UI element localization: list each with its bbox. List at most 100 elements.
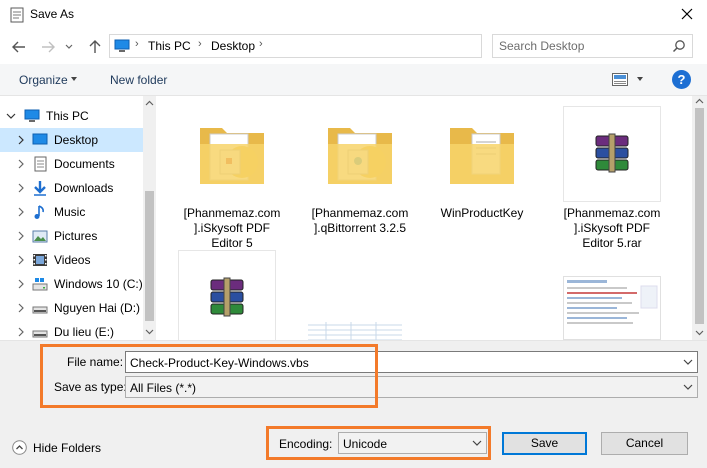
sidebar-item-windows-c[interactable]: Windows 10 (C:) [0,272,143,296]
chevron-right-icon[interactable] [16,182,26,194]
file-item[interactable] [306,322,404,340]
sidebar-item-nguyen-hai-d[interactable]: Nguyen Hai (D:) [0,296,143,320]
file-item[interactable]: [Phanmemaz.com].iSkysoft PDF Editor 5 [183,106,281,251]
address-bar[interactable]: › This PC › Desktop › [109,34,583,58]
file-list-scrollbar[interactable] [692,96,707,340]
sidebar-item-label: Documents [54,157,115,171]
chevron-right-icon[interactable] [16,230,26,242]
scrollbar-thumb[interactable] [695,108,704,324]
title-bar: Save As [0,0,707,30]
file-item[interactable]: WinProductKey [433,106,531,221]
scroll-up-icon[interactable] [695,97,704,106]
back-button[interactable] [10,38,28,56]
chevron-right-icon[interactable] [16,278,26,290]
chevron-right-icon[interactable] [16,326,26,338]
music-icon [34,205,44,219]
highlight-box [40,344,378,408]
window-title: Save As [30,7,75,21]
back-arrow-icon [12,41,25,53]
new-folder-button[interactable]: New folder [110,73,167,87]
chevron-down-icon[interactable] [683,357,693,367]
up-button[interactable] [86,38,104,56]
pictures-icon [32,230,48,243]
help-icon[interactable]: ? [672,70,691,89]
file-list: [Phanmemaz.com].iSkysoft PDF Editor 5 [P… [160,96,692,340]
chevron-right-icon[interactable] [16,158,26,170]
webpage-thumbnail-icon [563,276,661,340]
scroll-down-icon[interactable] [695,328,704,337]
desktop-icon [32,133,48,145]
up-arrow-icon [89,40,101,53]
chevron-down-icon[interactable] [6,110,16,122]
highlight-box [266,426,491,460]
chevron-down-icon[interactable] [683,382,693,392]
close-button[interactable] [673,2,701,26]
file-item[interactable] [563,276,661,340]
navigation-pane: This PC Desktop Documents Downloads Musi… [0,96,156,340]
sidebar-item-du-lieu-e[interactable]: Du lieu (E:) [0,320,143,340]
search-icon[interactable] [672,39,686,53]
folder-icon [328,128,392,184]
documents-icon [34,156,47,172]
downloads-icon [34,181,46,196]
notepad-icon [10,7,24,23]
breadcrumb-this-pc[interactable]: This PC [148,39,191,53]
sidebar-item-label: Pictures [54,229,98,243]
breadcrumb-separator-icon: › [259,38,263,50]
sidebar-item-videos[interactable]: Videos [0,248,143,272]
chevron-right-icon[interactable] [16,302,26,314]
file-name: [Phanmemaz.com].iSkysoft PDF Editor 5.ra… [563,206,661,250]
chevron-right-icon[interactable] [16,134,26,146]
winrar-archive-icon [210,277,244,317]
scroll-down-icon[interactable] [145,327,154,336]
chevron-down-icon[interactable] [70,74,78,84]
sidebar-item-label: Music [54,205,86,219]
chevron-up-circle-icon [12,440,27,455]
videos-icon [33,254,47,266]
breadcrumb-separator-icon: › [135,38,139,50]
file-name: WinProductKey [440,206,524,220]
windows-drive-icon [32,278,48,291]
command-bar: Organize New folder ? [0,64,707,96]
sidebar-item-label: Desktop [54,133,99,147]
folder-icon [450,128,514,184]
drive-icon [32,330,48,338]
pc-icon [114,39,130,52]
hide-folders-label: Hide Folders [33,441,102,455]
change-view-icon[interactable] [612,73,628,86]
sidebar-item-downloads[interactable]: Downloads [0,176,143,200]
scrollbar-thumb[interactable] [145,191,154,321]
file-item[interactable] [178,250,276,340]
breadcrumb-desktop[interactable]: Desktop [211,39,255,53]
file-item[interactable]: [Phanmemaz.com].iSkysoft PDF Editor 5.ra… [563,106,661,251]
chevron-down-icon [65,44,73,49]
sidebar-item-music[interactable]: Music [0,200,143,224]
close-icon [681,8,693,20]
sidebar-item-label: This PC [46,109,89,123]
sidebar-item-label: Nguyen Hai (D:) [54,301,141,315]
search-box[interactable] [492,34,693,58]
search-input[interactable] [499,38,664,54]
chevron-right-icon[interactable] [16,206,26,218]
sidebar-item-pictures[interactable]: Pictures [0,224,143,248]
sidebar-item-documents[interactable]: Documents [0,152,143,176]
file-item[interactable]: [Phanmemaz.com].qBittorrent 3.2.5 [311,106,409,236]
recent-locations-button[interactable] [63,38,75,56]
navigation-scrollbar[interactable] [143,96,156,340]
breadcrumb-separator-icon: › [198,38,202,50]
spreadsheet-thumbnail-icon [308,322,402,340]
pc-icon [24,109,40,122]
sidebar-item-desktop[interactable]: Desktop [0,128,143,152]
organize-menu[interactable]: Organize [19,73,68,87]
file-name: [Phanmemaz.com].qBittorrent 3.2.5 [311,206,409,235]
sidebar-item-this-pc[interactable]: This PC [0,104,143,128]
save-button[interactable]: Save [502,432,587,455]
chevron-right-icon[interactable] [16,254,26,266]
scroll-up-icon[interactable] [145,99,154,108]
forward-button[interactable] [39,38,57,56]
chevron-down-icon[interactable] [636,74,644,84]
cancel-button[interactable]: Cancel [601,432,688,455]
sidebar-item-label: Du lieu (E:) [54,325,115,339]
forward-arrow-icon [42,41,55,53]
folder-icon [200,128,264,184]
